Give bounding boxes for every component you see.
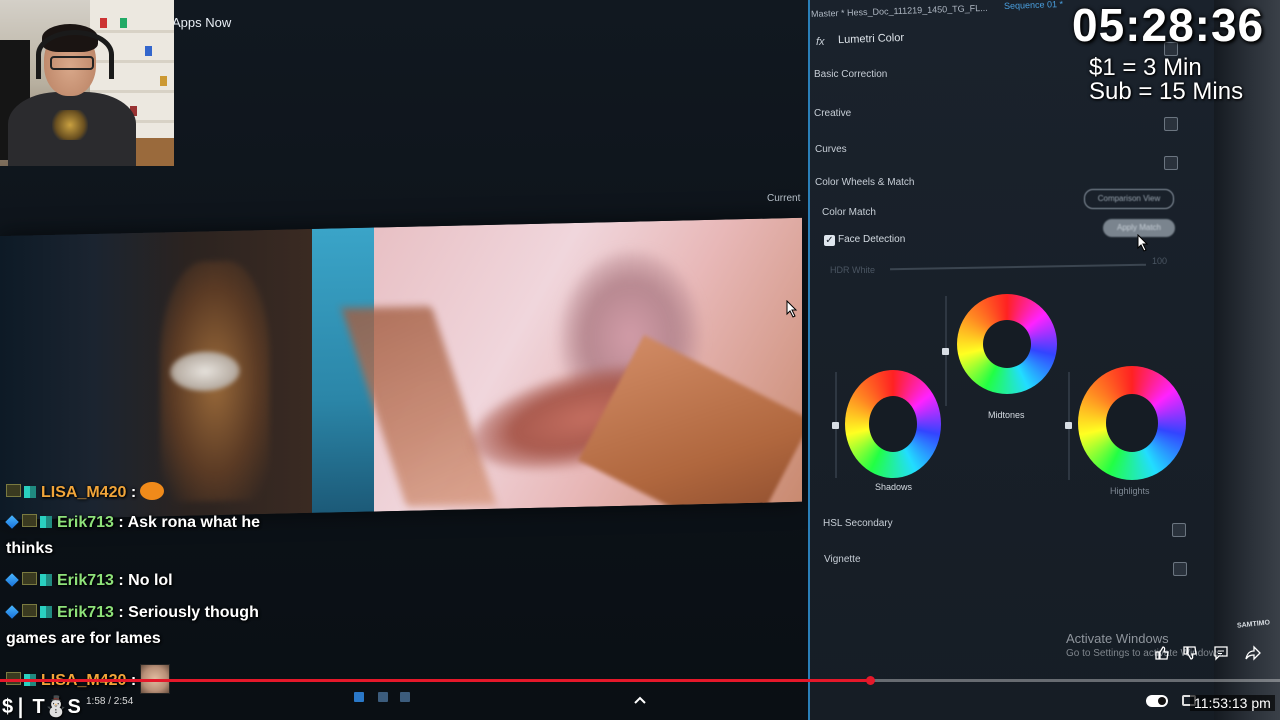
chat-username: Erik713 (57, 514, 114, 531)
taskbar-app-icon[interactable] (400, 692, 410, 702)
lumetri-title: Lumetri Color (837, 31, 905, 47)
chat-message-continuation: games are for lames (6, 630, 161, 647)
activate-windows-subtitle[interactable]: Go to Settings to activate Windows. (1066, 648, 1224, 659)
badge-icon (40, 574, 52, 586)
editor-tab-label[interactable]: Apps Now (172, 15, 231, 30)
headset-icon (36, 30, 114, 79)
taskbar-icons (350, 692, 420, 706)
pumpkin-emote-icon (140, 482, 165, 500)
comment-icon[interactable] (1213, 645, 1229, 661)
chat-text: Seriously though (128, 604, 259, 621)
monitor-bezel (1204, 0, 1280, 720)
subathon-timer: 05:28:36 (1072, 0, 1265, 51)
channel-logo: $❘ T⛄S (2, 696, 81, 718)
dislike-icon[interactable] (1182, 645, 1198, 661)
current-label: Current (767, 193, 801, 204)
chat-separator: : (118, 572, 124, 589)
video-progress-fill (0, 679, 871, 682)
shadows-color-wheel[interactable] (845, 370, 941, 478)
badge-icon (22, 514, 37, 527)
chat-separator: : (130, 484, 137, 501)
badge-icon (24, 486, 36, 498)
chat-separator: : (118, 514, 124, 531)
badge-icon (22, 572, 37, 585)
section-vignette[interactable]: Vignette (824, 554, 861, 565)
taskbar-app-icon[interactable] (354, 692, 364, 702)
editor-top-tabs (180, 2, 800, 24)
autoplay-toggle[interactable] (1146, 695, 1168, 707)
glasses (50, 56, 94, 70)
shelf-board (90, 90, 174, 93)
like-icon[interactable] (1154, 645, 1170, 661)
chat-message: LISA_M420 : (6, 482, 165, 502)
badge-icon (5, 573, 19, 587)
shadows-label: Shadows (875, 482, 913, 492)
hsl-secondary-checkbox[interactable] (1172, 523, 1186, 537)
badge-icon (5, 605, 19, 619)
shelf-toy (160, 76, 167, 86)
chat-text: Ask rona what he (127, 514, 261, 531)
midtones-label: Midtones (988, 410, 1025, 420)
hdr-white-label: HDR White (830, 265, 876, 275)
badge-icon (40, 516, 52, 528)
shelf-toy (145, 46, 152, 56)
mouse-cursor-icon (786, 300, 798, 318)
section-color-wheels-match[interactable]: Color Wheels & Match (815, 177, 914, 188)
video-preview[interactable] (0, 217, 802, 520)
video-time: 1:58 / 2:54 (86, 696, 134, 707)
chat-separator: : (118, 604, 124, 621)
highlights-slider-knob[interactable] (1065, 422, 1072, 429)
stream-clock: 11:53:13 pm (1190, 695, 1275, 711)
chat-message-continuation: thinks (6, 540, 54, 557)
shirt-graphic (52, 110, 88, 140)
creative-checkbox[interactable] (1164, 117, 1178, 131)
badge-icon (22, 604, 37, 617)
section-basic-correction[interactable]: Basic Correction (814, 69, 887, 80)
sub-rate: Sub = 15 Mins (1089, 78, 1244, 105)
chat-message: Erik713 : No lol (5, 572, 173, 590)
chevron-up-icon[interactable] (632, 693, 648, 707)
webcam-overlay (0, 0, 174, 166)
shelf-board (90, 30, 174, 33)
face-detection-checkbox[interactable]: ✓ (824, 235, 835, 246)
comparison-view-button[interactable]: Comparison View (1084, 189, 1174, 209)
chat-username: Erik713 (57, 604, 114, 621)
section-curves[interactable]: Curves (815, 144, 847, 155)
chat-message: Erik713 : Ask rona what he (5, 514, 261, 532)
shelf-toy (120, 18, 127, 28)
chat-username: Erik713 (57, 572, 114, 589)
badge-icon (5, 515, 19, 529)
curves-checkbox[interactable] (1164, 156, 1178, 170)
share-icon[interactable] (1245, 645, 1261, 661)
desk (136, 138, 174, 166)
hdr-white-value[interactable]: 100 (1152, 256, 1167, 266)
shelf-toy (100, 18, 107, 28)
section-hsl-secondary[interactable]: HSL Secondary (823, 518, 893, 529)
face-detection-label: Face Detection (838, 234, 906, 245)
chat-text: No lol (128, 572, 173, 589)
midtones-slider-knob[interactable] (942, 348, 949, 355)
chat-username: LISA_M420 (41, 484, 127, 501)
color-match-label: Color Match (822, 207, 876, 218)
taskbar-app-icon[interactable] (378, 692, 388, 702)
badge-icon (6, 484, 21, 497)
pointer-cursor-icon (1137, 234, 1149, 252)
fx-icon: fx (816, 36, 825, 48)
section-creative[interactable]: Creative (814, 108, 851, 119)
highlights-color-wheel[interactable] (1078, 366, 1186, 480)
highlights-label: Highlights (1110, 486, 1150, 496)
shadows-slider-knob[interactable] (832, 422, 839, 429)
activate-windows-title: Activate Windows (1066, 631, 1169, 646)
badge-icon (40, 606, 52, 618)
chat-message: Erik713 : Seriously though (5, 604, 259, 622)
midtones-color-wheel[interactable] (957, 294, 1057, 394)
vignette-checkbox[interactable] (1173, 562, 1187, 576)
